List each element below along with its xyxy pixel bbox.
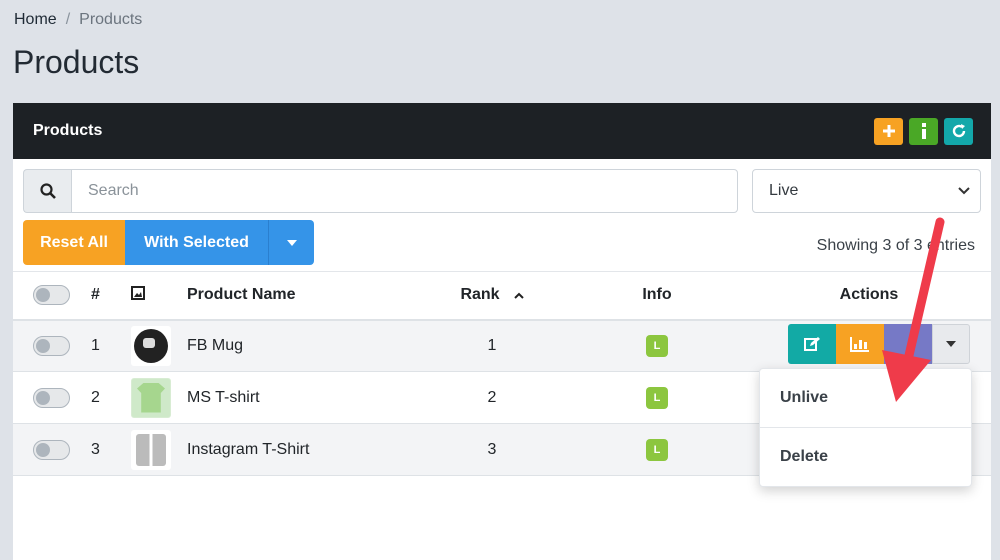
live-badge: L [646, 438, 668, 461]
card-title: Products [33, 122, 103, 139]
row-number: 1 [91, 319, 131, 372]
edit-icon [804, 337, 820, 351]
caret-down-icon [286, 239, 297, 246]
breadcrumb-separator: / [65, 11, 71, 28]
product-thumbnail [131, 325, 171, 366]
more-action-button[interactable] [884, 324, 932, 364]
sort-ascending-icon [513, 288, 524, 302]
chevron-down-icon [958, 187, 970, 195]
status-filter-select[interactable]: Live [752, 169, 981, 213]
product-name: MS T-shirt [187, 371, 417, 424]
search-group [23, 169, 738, 213]
reset-all-button[interactable]: Reset All [23, 220, 125, 265]
product-rank: 2 [417, 371, 567, 424]
stats-button[interactable] [836, 324, 884, 364]
product-name: Instagram T-Shirt [187, 423, 417, 476]
row-number: 3 [91, 423, 131, 476]
search-input[interactable] [71, 169, 738, 213]
products-card: Products Live Reset All With Selected Sh [13, 103, 991, 560]
header-product-name[interactable]: Product Name [187, 271, 417, 321]
header-actions: Actions [747, 271, 991, 321]
select-all-toggle[interactable] [33, 285, 70, 306]
refresh-icon [952, 124, 965, 138]
with-selected-dropdown-button[interactable] [268, 220, 314, 265]
header-info: Info [567, 271, 747, 321]
breadcrumb-home[interactable]: Home [14, 11, 57, 28]
info-icon [921, 123, 926, 139]
caret-down-icon [946, 341, 956, 347]
live-badge: L [646, 386, 668, 409]
product-name: FB Mug [187, 319, 417, 372]
header-buttons [874, 117, 973, 145]
unlive-menu-item[interactable]: Unlive [760, 369, 971, 427]
breadcrumb: Home / Products [14, 11, 142, 29]
page-title: Products [13, 44, 140, 80]
row-select-toggle[interactable] [33, 387, 70, 408]
product-rank: 3 [417, 423, 567, 476]
refresh-button[interactable] [944, 117, 973, 145]
table-header-row: # Product Name Rank Info Actions [13, 271, 991, 321]
status-filter-value: Live [769, 182, 799, 199]
live-badge: L [646, 334, 668, 357]
plus-icon [882, 125, 895, 137]
row-actions [788, 324, 970, 364]
entries-count: Showing 3 of 3 entries [816, 237, 975, 254]
info-button[interactable] [909, 117, 938, 145]
delete-menu-item[interactable]: Delete [760, 427, 971, 485]
header-number: # [91, 271, 131, 321]
breadcrumb-current: Products [79, 11, 143, 28]
search-addon [23, 169, 71, 213]
row-select-toggle[interactable] [33, 439, 70, 460]
actions-dropdown-toggle[interactable] [932, 324, 970, 364]
product-thumbnail [131, 377, 171, 418]
row-select-toggle[interactable] [33, 335, 70, 356]
add-product-button[interactable] [874, 117, 903, 145]
bulk-toolbar: Reset All With Selected [23, 220, 314, 265]
product-rank: 1 [417, 319, 567, 372]
image-icon [131, 285, 145, 300]
with-selected-button[interactable]: With Selected [125, 220, 268, 265]
actions-dropdown-menu: Unlive Delete [759, 368, 972, 487]
header-rank-label: Rank [460, 286, 500, 304]
edit-button[interactable] [788, 324, 836, 364]
chart-icon [850, 337, 869, 352]
search-icon [39, 183, 56, 199]
product-thumbnail [131, 429, 171, 470]
header-rank[interactable]: Rank [417, 271, 567, 321]
row-number: 2 [91, 371, 131, 424]
card-header: Products [13, 103, 991, 159]
